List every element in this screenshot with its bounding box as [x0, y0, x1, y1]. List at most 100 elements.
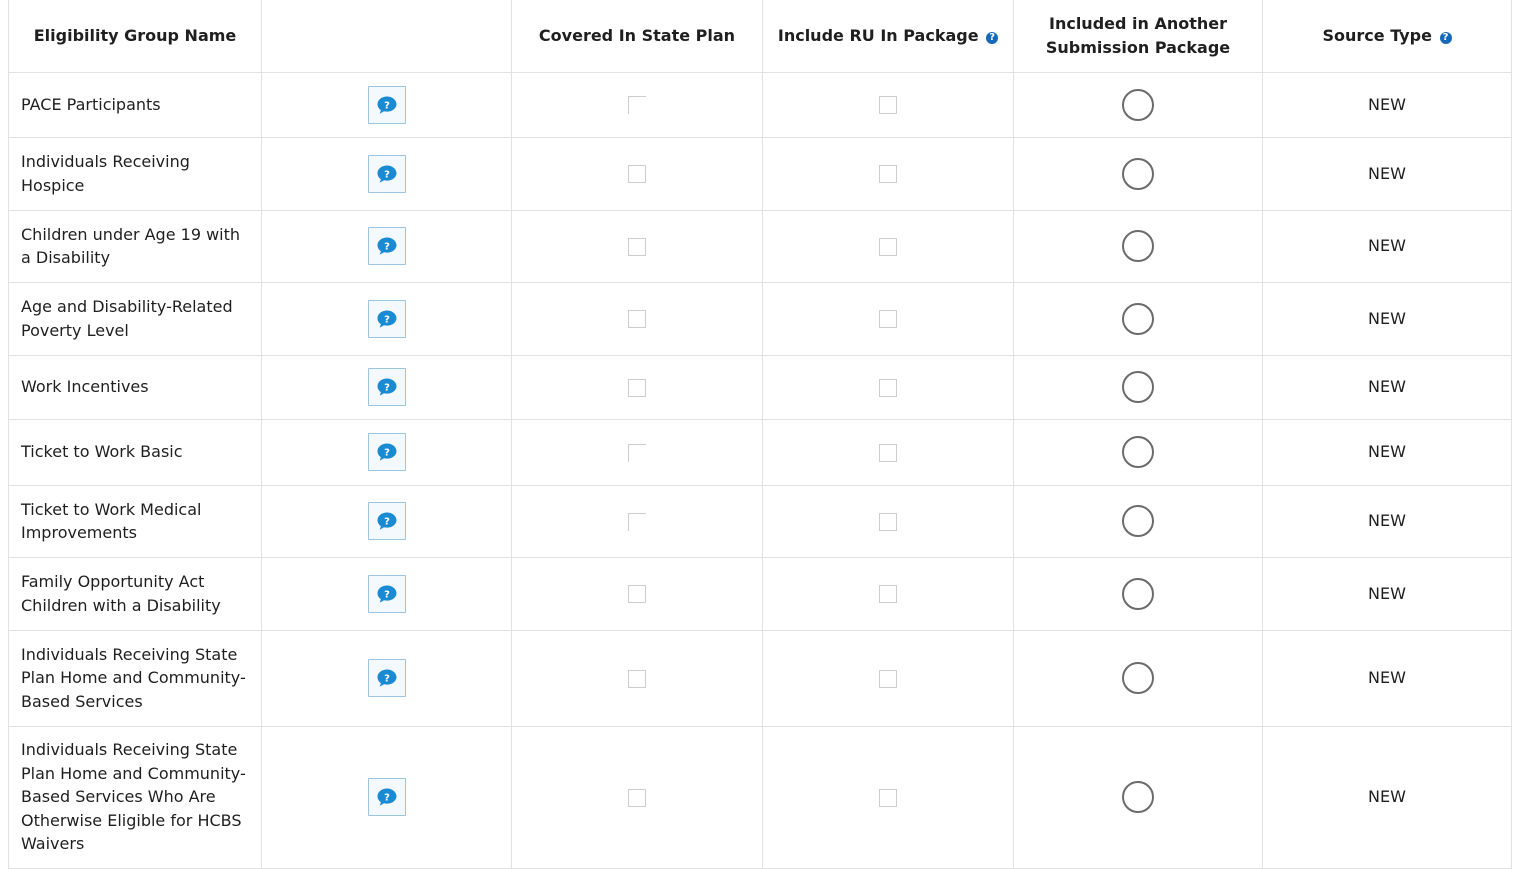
table-row: Individuals Receiving State Plan Home an… [8, 725, 1512, 869]
eligibility-group-name: Work Incentives [21, 377, 149, 397]
eligibility-group-name-cell: Family Opportunity Act Children with a D… [8, 556, 262, 631]
eligibility-group-name: Family Opportunity Act Children with a D… [21, 572, 221, 615]
question-circle-icon[interactable]: ? [1439, 31, 1452, 44]
include-ru-in-package-checkbox[interactable] [879, 788, 897, 807]
included-in-another-package-radio[interactable] [1122, 781, 1154, 813]
include-ru-in-package-cell [762, 354, 1014, 420]
table-row: Work Incentives? NEW [8, 354, 1512, 420]
speech-bubble-question-icon: ? [377, 237, 396, 255]
eligibility-group-name-cell: Individuals Receiving Hospice [8, 136, 262, 211]
covered-in-state-plan-cell [511, 418, 763, 486]
included-in-another-package-radio[interactable] [1122, 662, 1154, 694]
source-type-value: NEW [1368, 163, 1406, 183]
include-ru-in-package-checkbox[interactable] [879, 669, 897, 688]
included-in-another-package-cell [1013, 136, 1263, 211]
info-button[interactable]: ? [367, 154, 406, 193]
source-type-cell: NEW [1262, 484, 1512, 558]
include-ru-in-package-cell [762, 418, 1014, 486]
covered-in-state-plan-checkbox[interactable] [628, 165, 646, 184]
included-in-another-package-radio[interactable] [1122, 88, 1154, 121]
info-button[interactable]: ? [367, 433, 406, 471]
info-cell: ? [261, 71, 512, 138]
included-in-another-package-radio[interactable] [1122, 436, 1154, 468]
info-button[interactable]: ? [367, 227, 406, 265]
included-in-another-package-cell [1013, 725, 1263, 869]
included-in-another-package-radio[interactable] [1122, 302, 1154, 335]
include-ru-in-package-checkbox[interactable] [879, 165, 897, 184]
included-in-another-package-cell [1013, 418, 1263, 486]
included-in-another-package-radio[interactable] [1122, 371, 1154, 403]
source-type-value: NEW [1368, 94, 1406, 114]
speech-bubble-question-icon: ? [377, 669, 396, 687]
table-row: PACE Participants? NEW [8, 71, 1512, 138]
table-row: Children under Age 19 with a Disability?… [8, 209, 1512, 283]
speech-bubble-question-icon: ? [377, 310, 396, 328]
included-in-another-package-radio[interactable] [1122, 505, 1154, 537]
eligibility-group-name-cell: Ticket to Work Basic [8, 418, 262, 486]
covered-in-state-plan-checkbox[interactable] [628, 378, 646, 397]
covered-in-state-plan-checkbox[interactable] [628, 669, 646, 688]
svg-text:?: ? [384, 169, 390, 180]
included-in-another-package-radio[interactable] [1122, 230, 1154, 262]
eligibility-group-name-cell: Individuals Receiving State Plan Home an… [8, 725, 262, 869]
covered-in-state-plan-cell [511, 281, 763, 356]
column-header-info [261, 0, 512, 73]
covered-in-state-plan-cell [511, 209, 763, 283]
source-type-value: NEW [1368, 308, 1406, 328]
table-body: PACE Participants? NEW Individuals Receivi… [8, 71, 1512, 869]
covered-in-state-plan-checkbox[interactable] [628, 512, 646, 531]
covered-in-state-plan-cell [511, 629, 763, 727]
speech-bubble-question-icon: ? [377, 165, 396, 183]
speech-bubble-question-icon: ? [377, 443, 396, 461]
info-button[interactable]: ? [367, 85, 406, 124]
covered-in-state-plan-checkbox[interactable] [628, 443, 646, 462]
eligibility-group-name-cell: Individuals Receiving State Plan Home an… [8, 629, 262, 727]
covered-in-state-plan-cell [511, 556, 763, 631]
include-ru-in-package-checkbox[interactable] [879, 443, 897, 462]
covered-in-state-plan-checkbox[interactable] [628, 237, 646, 256]
eligibility-group-name-cell: Age and Disability-Related Poverty Level [8, 281, 262, 356]
speech-bubble-question-icon: ? [377, 788, 396, 806]
source-type-cell: NEW [1262, 629, 1512, 727]
info-button[interactable]: ? [367, 574, 406, 613]
column-header-included-in-another-submission-package: Included in Another Submission Package [1013, 0, 1263, 73]
info-cell: ? [261, 209, 512, 283]
column-header-eligibility-group-name: Eligibility Group Name [8, 0, 262, 73]
eligibility-groups-table: Eligibility Group Name Covered In State … [8, 0, 1512, 869]
column-header-source-type: Source Type ? [1262, 0, 1512, 73]
include-ru-in-package-checkbox[interactable] [879, 237, 897, 256]
included-in-another-package-cell [1013, 484, 1263, 558]
include-ru-in-package-checkbox[interactable] [879, 512, 897, 531]
include-ru-in-package-cell [762, 71, 1014, 138]
info-button[interactable]: ? [367, 502, 406, 540]
source-type-cell: NEW [1262, 418, 1512, 486]
covered-in-state-plan-checkbox[interactable] [628, 788, 646, 807]
included-in-another-package-radio[interactable] [1122, 157, 1154, 190]
eligibility-groups-table-container: Eligibility Group Name Covered In State … [8, 0, 1512, 869]
column-header-covered-in-state-plan: Covered In State Plan [511, 0, 763, 73]
info-cell: ? [261, 484, 512, 558]
include-ru-in-package-cell [762, 209, 1014, 283]
source-type-value: NEW [1368, 668, 1406, 688]
info-button[interactable]: ? [367, 778, 406, 816]
info-button[interactable]: ? [367, 299, 406, 338]
eligibility-group-name-cell: PACE Participants [8, 71, 262, 138]
covered-in-state-plan-checkbox[interactable] [628, 585, 646, 604]
include-ru-in-package-checkbox[interactable] [879, 378, 897, 397]
info-cell: ? [261, 354, 512, 420]
include-ru-in-package-checkbox[interactable] [879, 585, 897, 604]
covered-in-state-plan-cell [511, 725, 763, 869]
include-ru-in-package-checkbox[interactable] [879, 310, 897, 329]
speech-bubble-question-icon: ? [377, 512, 396, 530]
source-type-cell: NEW [1262, 209, 1512, 283]
included-in-another-package-radio[interactable] [1122, 577, 1154, 610]
covered-in-state-plan-checkbox[interactable] [628, 310, 646, 329]
info-cell: ? [261, 629, 512, 727]
covered-in-state-plan-cell [511, 484, 763, 558]
info-button[interactable]: ? [367, 659, 406, 697]
include-ru-in-package-checkbox[interactable] [879, 96, 897, 115]
covered-in-state-plan-checkbox[interactable] [628, 96, 646, 115]
info-button[interactable]: ? [367, 368, 406, 406]
table-row: Ticket to Work Medical Improvements? NEW [8, 484, 1512, 558]
question-circle-icon[interactable]: ? [986, 31, 999, 44]
